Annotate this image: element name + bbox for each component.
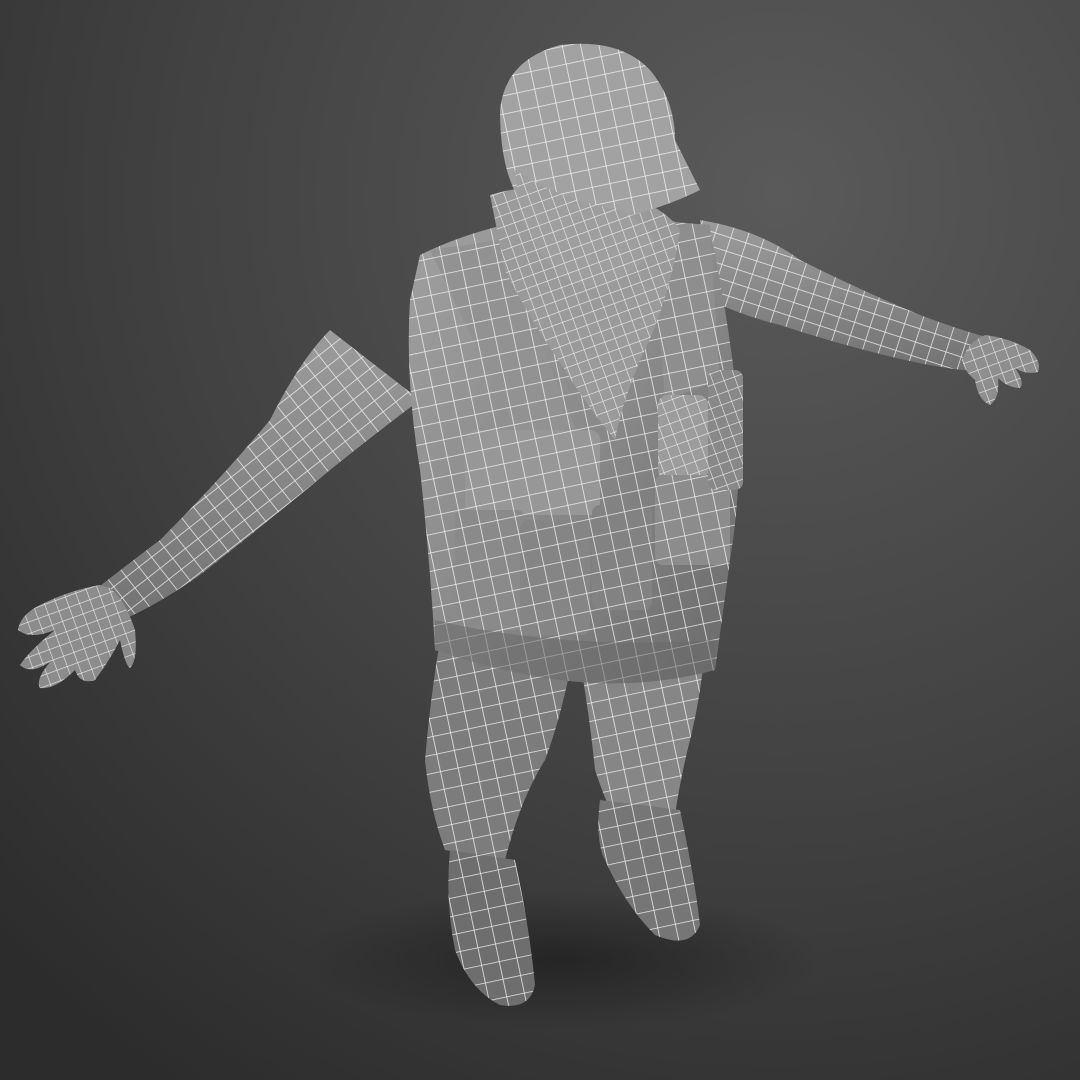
render-viewport: [0, 0, 1080, 1080]
pouch-radio: [658, 395, 708, 480]
pouch-side: [708, 370, 743, 490]
pouch-mag-2: [520, 520, 590, 635]
wireframe-soldier-render: [0, 0, 1080, 1080]
ground-shadow: [300, 890, 820, 1030]
pouch-mag-3: [592, 505, 652, 610]
pouch-large-left: [465, 430, 600, 515]
pouch-mag-1: [455, 510, 525, 630]
